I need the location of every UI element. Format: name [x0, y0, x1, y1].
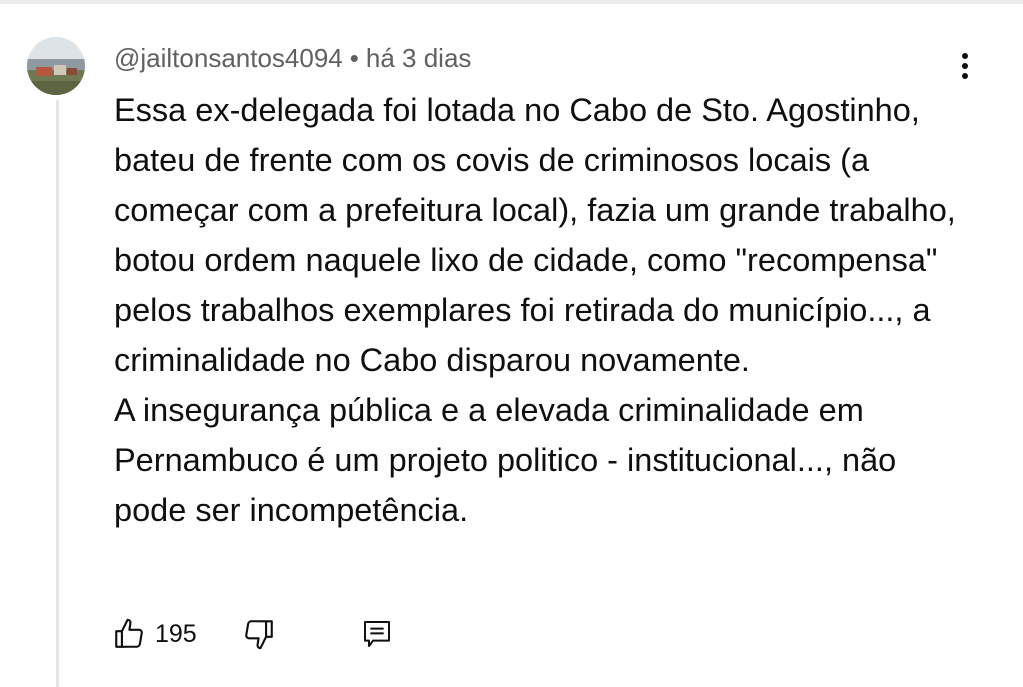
avatar-image	[27, 37, 85, 95]
comment-body: Essa ex-delegada foi lotada no Cabo de S…	[114, 85, 974, 535]
like-button[interactable]: 195	[112, 617, 197, 651]
meta-separator: •	[349, 43, 359, 73]
comment-header: @jailtonsantos4094 • há 3 dias	[114, 43, 471, 73]
reply-thread-line	[56, 100, 59, 687]
comment-paragraph: Essa ex-delegada foi lotada no Cabo de S…	[114, 92, 956, 378]
author-name[interactable]: @jailtonsantos4094	[114, 43, 343, 73]
like-count: 195	[155, 619, 197, 648]
more-options-button[interactable]	[945, 46, 985, 86]
avatar[interactable]	[27, 37, 85, 95]
dislike-button[interactable]	[242, 617, 276, 651]
comment-icon	[363, 621, 390, 647]
thumb-down-icon	[244, 620, 273, 650]
more-vert-icon	[962, 53, 968, 79]
comment-paragraph: A insegurança pública e a elevada crimin…	[114, 392, 897, 528]
thumb-up-icon	[115, 618, 143, 648]
top-divider	[0, 0, 1023, 4]
comment-action-bar: 195	[112, 612, 393, 656]
reply-button[interactable]	[361, 617, 393, 651]
comment-timestamp[interactable]: há 3 dias	[366, 43, 472, 73]
